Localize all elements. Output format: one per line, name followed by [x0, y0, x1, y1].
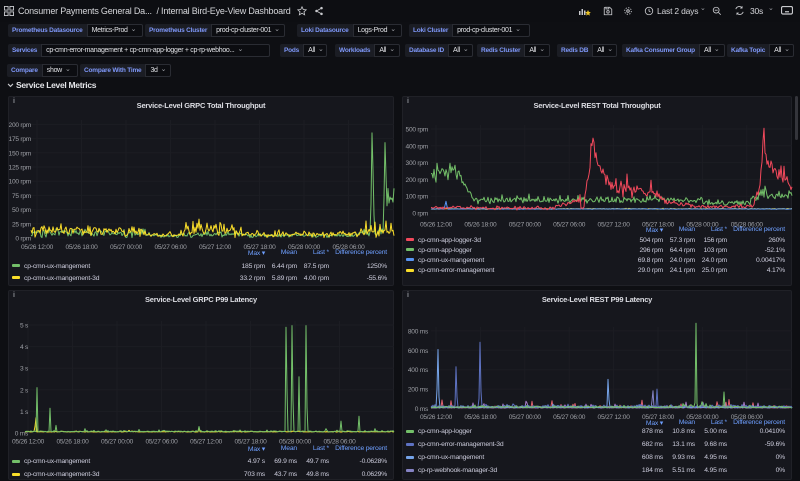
svg-text:100 rpm: 100 rpm: [9, 179, 32, 186]
svg-text:50 rpm: 50 rpm: [12, 207, 32, 214]
svg-text:500 rpm: 500 rpm: [406, 127, 429, 134]
svg-text:175 rpm: 175 rpm: [9, 136, 32, 143]
svg-text:25 rpm: 25 rpm: [12, 221, 32, 228]
svg-text:300 rpm: 300 rpm: [406, 160, 429, 167]
svg-text:4 s: 4 s: [20, 344, 29, 351]
svg-text:800 ms: 800 ms: [408, 328, 429, 335]
svg-text:400 ms: 400 ms: [408, 367, 429, 374]
svg-text:1 s: 1 s: [20, 409, 29, 416]
svg-text:5 s: 5 s: [20, 323, 29, 330]
svg-text:75 rpm: 75 rpm: [12, 193, 32, 200]
svg-text:600 ms: 600 ms: [408, 348, 429, 355]
svg-text:200 ms: 200 ms: [408, 387, 429, 394]
svg-text:200 rpm: 200 rpm: [9, 122, 32, 129]
svg-text:3 s: 3 s: [20, 366, 29, 373]
svg-text:200 rpm: 200 rpm: [406, 177, 429, 184]
svg-text:0 rpm: 0 rpm: [15, 236, 31, 243]
svg-text:2 s: 2 s: [20, 387, 29, 394]
svg-text:0 ms: 0 ms: [415, 406, 429, 413]
svg-text:100 rpm: 100 rpm: [406, 194, 429, 201]
svg-text:150 rpm: 150 rpm: [9, 150, 32, 157]
svg-text:400 rpm: 400 rpm: [406, 143, 429, 150]
svg-text:125 rpm: 125 rpm: [9, 165, 32, 172]
svg-text:0 rpm: 0 rpm: [412, 211, 428, 218]
